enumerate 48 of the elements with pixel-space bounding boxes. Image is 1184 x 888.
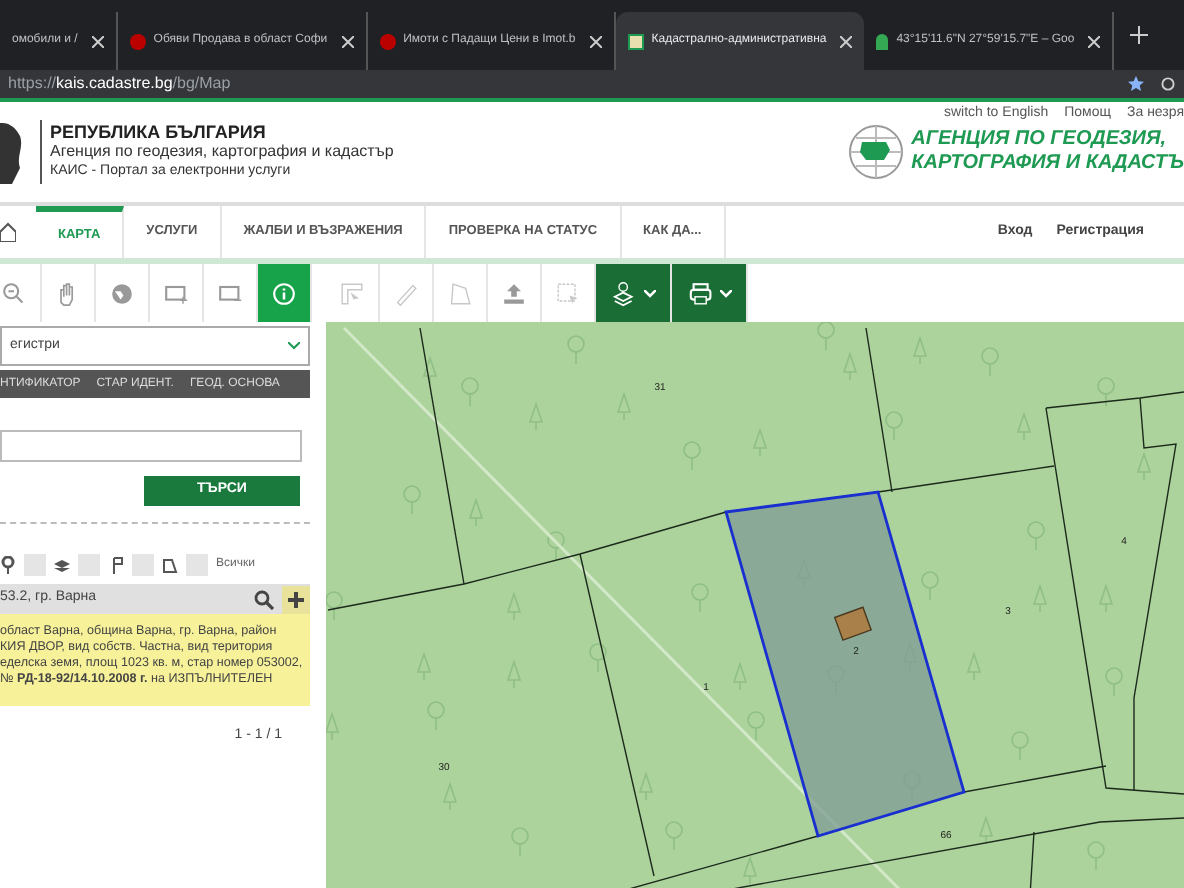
ruler-icon: [392, 279, 420, 307]
zoom-out-icon: [0, 279, 28, 307]
polygon-icon: [162, 555, 178, 573]
search-icon[interactable]: [254, 589, 274, 609]
site-icon: [129, 33, 146, 49]
close-icon[interactable]: [341, 35, 354, 47]
close-icon[interactable]: [840, 35, 853, 47]
toolbar-button[interactable]: [596, 264, 672, 322]
building-shape[interactable]: [833, 606, 873, 641]
upload-icon: [500, 279, 528, 307]
header-subtitle: Агенция по геодезия, картография и кадастър: [50, 142, 394, 162]
site-icon: [379, 33, 396, 49]
toolbar-button[interactable]: [672, 264, 748, 322]
new-tab-icon[interactable]: [1130, 26, 1149, 44]
close-icon[interactable]: [589, 35, 602, 47]
toolbar-button[interactable]: [0, 264, 42, 322]
home-icon[interactable]: [0, 222, 16, 242]
ruler-icon: [338, 279, 366, 307]
extension-icon[interactable]: [1160, 76, 1176, 92]
flag-icon: [108, 555, 124, 573]
header-title: РЕПУБЛИКА БЪЛГАРИЯ: [50, 122, 268, 142]
globe-logo-icon: [847, 124, 904, 180]
site-icon: [627, 33, 644, 49]
checkbox[interactable]: [186, 553, 208, 575]
close-icon[interactable]: [91, 35, 104, 47]
agency-name: КАРТОГРАФИЯ И КАДАСТЪ: [911, 152, 1184, 176]
selection-icon: [554, 279, 582, 307]
layers-icon: [54, 555, 70, 573]
toolbar-button[interactable]: [258, 264, 312, 322]
checkbox[interactable]: [132, 553, 154, 575]
polygon-icon: [446, 279, 474, 307]
search-input[interactable]: [0, 430, 302, 462]
pin-icon: [0, 555, 16, 573]
checkbox[interactable]: [78, 553, 100, 575]
checkbox[interactable]: [24, 553, 46, 575]
printer-icon: [687, 279, 715, 307]
chevron-icon: [643, 289, 655, 297]
info-icon: [270, 279, 298, 307]
layers-icon: [611, 279, 639, 307]
agency-name: АГЕНЦИЯ ПО ГЕОДЕЗИЯ,: [911, 128, 1169, 152]
selected-parcel[interactable]: [724, 490, 966, 838]
plus-icon[interactable]: [282, 585, 310, 613]
map-pin-icon: [876, 33, 889, 49]
close-icon[interactable]: [1088, 35, 1101, 47]
star-icon[interactable]: [1128, 76, 1144, 92]
globe-icon: [108, 279, 136, 307]
chevron-icon: [719, 289, 731, 297]
chevron-icon: [288, 342, 300, 350]
